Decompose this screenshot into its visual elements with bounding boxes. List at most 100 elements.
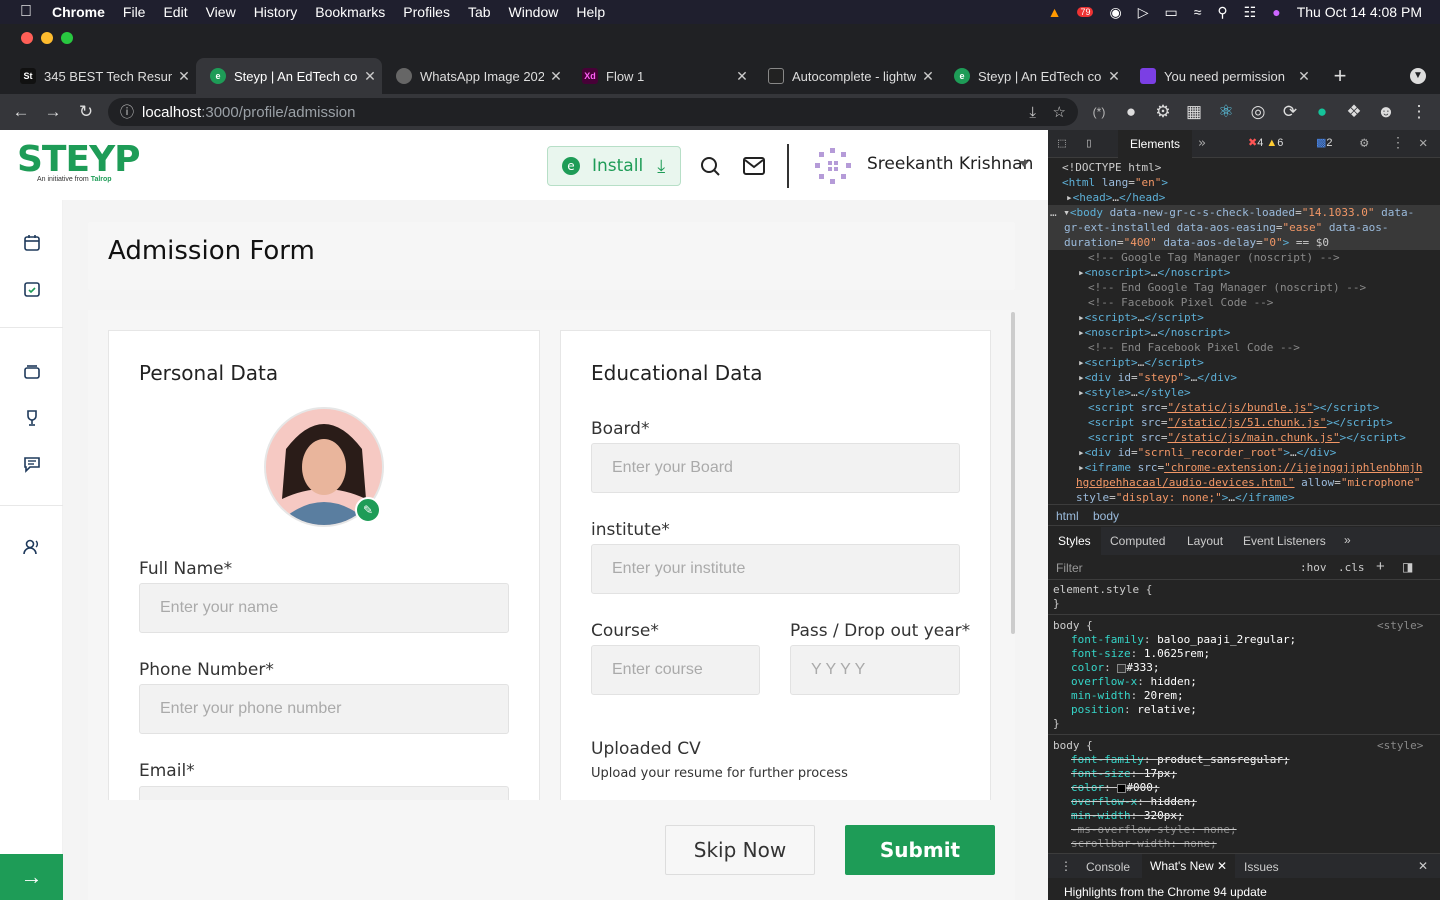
menu-clock[interactable]: Thu Oct 14 4:08 PM <box>1297 4 1422 20</box>
tab-0[interactable]: St 345 BEST Tech Resum ✕ <box>6 58 196 94</box>
filter-input[interactable]: Filter <box>1056 561 1083 575</box>
styles-pane[interactable]: element.style { } body { <style> font-fa… <box>1048 581 1440 851</box>
drawer-tab-console[interactable]: Console <box>1086 860 1130 874</box>
creative-cloud-icon[interactable]: ◉ <box>1109 4 1121 21</box>
cls-toggle[interactable]: .cls <box>1338 561 1365 574</box>
chat-icon[interactable] <box>20 452 44 476</box>
vlc-icon[interactable]: ▲ <box>1048 4 1062 20</box>
drawer-tab-whats-new[interactable]: What's New ✕ <box>1142 854 1236 879</box>
close-drawer-icon[interactable]: ✕ <box>1418 859 1428 873</box>
close-icon[interactable]: ✕ <box>172 68 196 85</box>
menu-window[interactable]: Window <box>509 4 559 20</box>
tab-4[interactable]: Autocomplete - lightw ✕ <box>754 58 940 94</box>
breadcrumb-html[interactable]: html <box>1056 509 1079 523</box>
menu-help[interactable]: Help <box>576 4 605 20</box>
tab-5[interactable]: e Steyp | An EdTech cor ✕ <box>940 58 1126 94</box>
siri-icon[interactable]: ● <box>1272 4 1280 20</box>
calendar-icon[interactable] <box>20 231 44 255</box>
tab-1[interactable]: e Steyp | An EdTech cor ✕ <box>196 58 382 94</box>
form-scrollbar[interactable] <box>1011 312 1015 634</box>
notification-badge[interactable]: 79 <box>1077 7 1094 17</box>
apple-icon[interactable]:  <box>20 3 32 21</box>
device-toggle-icon[interactable]: ▯ <box>1085 136 1093 151</box>
close-window-button[interactable] <box>21 32 33 44</box>
close-icon[interactable]: ✕ <box>730 68 754 85</box>
extensions-puzzle-icon[interactable]: ❖ <box>1343 101 1365 123</box>
settings-gear-icon[interactable]: ⚙ <box>1360 135 1368 151</box>
grammarly-icon[interactable]: ● <box>1311 101 1333 123</box>
new-rule-icon[interactable]: + <box>1376 558 1385 575</box>
menu-file[interactable]: File <box>123 4 146 20</box>
sidebar-toggle-icon[interactable]: ◨ <box>1402 560 1413 574</box>
devtools-menu-icon[interactable]: ⋮ <box>1391 135 1405 151</box>
calendar-check-icon[interactable] <box>20 277 44 301</box>
tab-styles[interactable]: Styles <box>1048 527 1101 555</box>
maximize-window-button[interactable] <box>61 32 73 44</box>
menu-app[interactable]: Chrome <box>52 4 105 20</box>
skip-now-button[interactable]: Skip Now <box>665 825 815 875</box>
download-icon[interactable]: ⤓ <box>1029 104 1036 121</box>
more-tabs-icon[interactable]: » <box>1198 136 1206 151</box>
breadcrumb-body[interactable]: body <box>1093 509 1119 523</box>
user-name[interactable]: Sreekanth Krishnan <box>867 154 1033 174</box>
wallet-icon[interactable] <box>20 360 44 384</box>
close-devtools-icon[interactable]: ✕ <box>1419 135 1427 151</box>
battery-icon[interactable]: ▭ <box>1164 4 1177 21</box>
info-icon[interactable]: ⓘ <box>120 102 134 122</box>
browser-menu-icon[interactable]: ⋮ <box>1408 101 1430 123</box>
menu-view[interactable]: View <box>206 4 236 20</box>
dom-tree[interactable]: <!DOCTYPE html> <html lang="en"> ▸<head>… <box>1048 160 1440 505</box>
back-icon[interactable]: ← <box>10 101 32 123</box>
tab-event-listeners[interactable]: Event Listeners <box>1243 534 1326 548</box>
inspect-icon[interactable]: ⬚ <box>1058 136 1066 151</box>
chevron-down-icon[interactable] <box>1019 161 1029 167</box>
tab-layout[interactable]: Layout <box>1187 534 1223 548</box>
react-devtools-icon[interactable]: ⚛ <box>1215 101 1237 123</box>
tab-2[interactable]: WhatsApp Image 202 ✕ <box>382 58 568 94</box>
menu-history[interactable]: History <box>254 4 298 20</box>
steyp-logo[interactable]: STEYP An initiative from Talrop <box>17 142 141 186</box>
extension-icon-4[interactable]: ▦ <box>1183 101 1205 123</box>
address-bar[interactable]: ⓘ localhost:3000/profile/admission ⤓ ☆ <box>108 98 1078 126</box>
drawer-tab-issues[interactable]: Issues <box>1244 860 1279 874</box>
user-avatar[interactable] <box>813 146 853 186</box>
forward-icon[interactable]: → <box>42 101 64 123</box>
menu-edit[interactable]: Edit <box>163 4 187 20</box>
close-icon[interactable]: ✕ <box>1102 68 1126 85</box>
menu-profiles[interactable]: Profiles <box>403 4 450 20</box>
install-button[interactable]: e Install ⤓ <box>547 146 681 186</box>
message-count[interactable]: ▩2 <box>1316 136 1333 149</box>
tab-computed[interactable]: Computed <box>1110 534 1165 548</box>
play-icon[interactable]: ▷ <box>1138 4 1149 21</box>
tab-3[interactable]: Xd Flow 1 ✕ <box>568 58 754 94</box>
new-tab-button[interactable]: + <box>1326 58 1354 94</box>
extension-icon-1[interactable]: (*) <box>1088 101 1110 123</box>
close-icon[interactable]: ✕ <box>544 68 568 85</box>
expand-sidebar-button[interactable]: → <box>0 854 63 900</box>
close-icon[interactable]: ✕ <box>1217 859 1227 873</box>
extension-icon-2[interactable]: ● <box>1120 101 1142 123</box>
board-input[interactable]: Enter your Board <box>591 443 960 493</box>
minimize-window-button[interactable] <box>41 32 53 44</box>
spotlight-icon[interactable]: ⚲ <box>1217 4 1227 21</box>
hov-toggle[interactable]: :hov <box>1300 561 1327 574</box>
drawer-menu-icon[interactable]: ⋮ <box>1060 859 1072 873</box>
wifi-icon[interactable]: ≈ <box>1194 4 1202 20</box>
phone-input[interactable]: Enter your phone number <box>139 684 509 734</box>
extension-icon-7[interactable]: ⟳ <box>1279 101 1301 123</box>
control-center-icon[interactable]: ☷ <box>1244 4 1257 21</box>
trophy-icon[interactable] <box>20 406 44 430</box>
reload-icon[interactable]: ↻ <box>75 101 97 123</box>
year-input[interactable]: Y Y Y Y <box>790 645 960 695</box>
close-icon[interactable]: ✕ <box>916 68 940 85</box>
menu-bookmarks[interactable]: Bookmarks <box>315 4 385 20</box>
extension-icon-3[interactable]: ⚙ <box>1152 101 1174 123</box>
full-name-input[interactable]: Enter your name <box>139 583 509 633</box>
search-icon[interactable] <box>700 156 722 178</box>
support-user-icon[interactable] <box>20 535 44 559</box>
tab-elements[interactable]: Elements <box>1118 130 1193 158</box>
close-icon[interactable]: ✕ <box>1292 68 1316 85</box>
more-tabs-icon[interactable]: » <box>1344 533 1351 547</box>
institute-input[interactable]: Enter your institute <box>591 544 960 594</box>
edit-photo-button[interactable]: ✎ <box>355 497 381 523</box>
